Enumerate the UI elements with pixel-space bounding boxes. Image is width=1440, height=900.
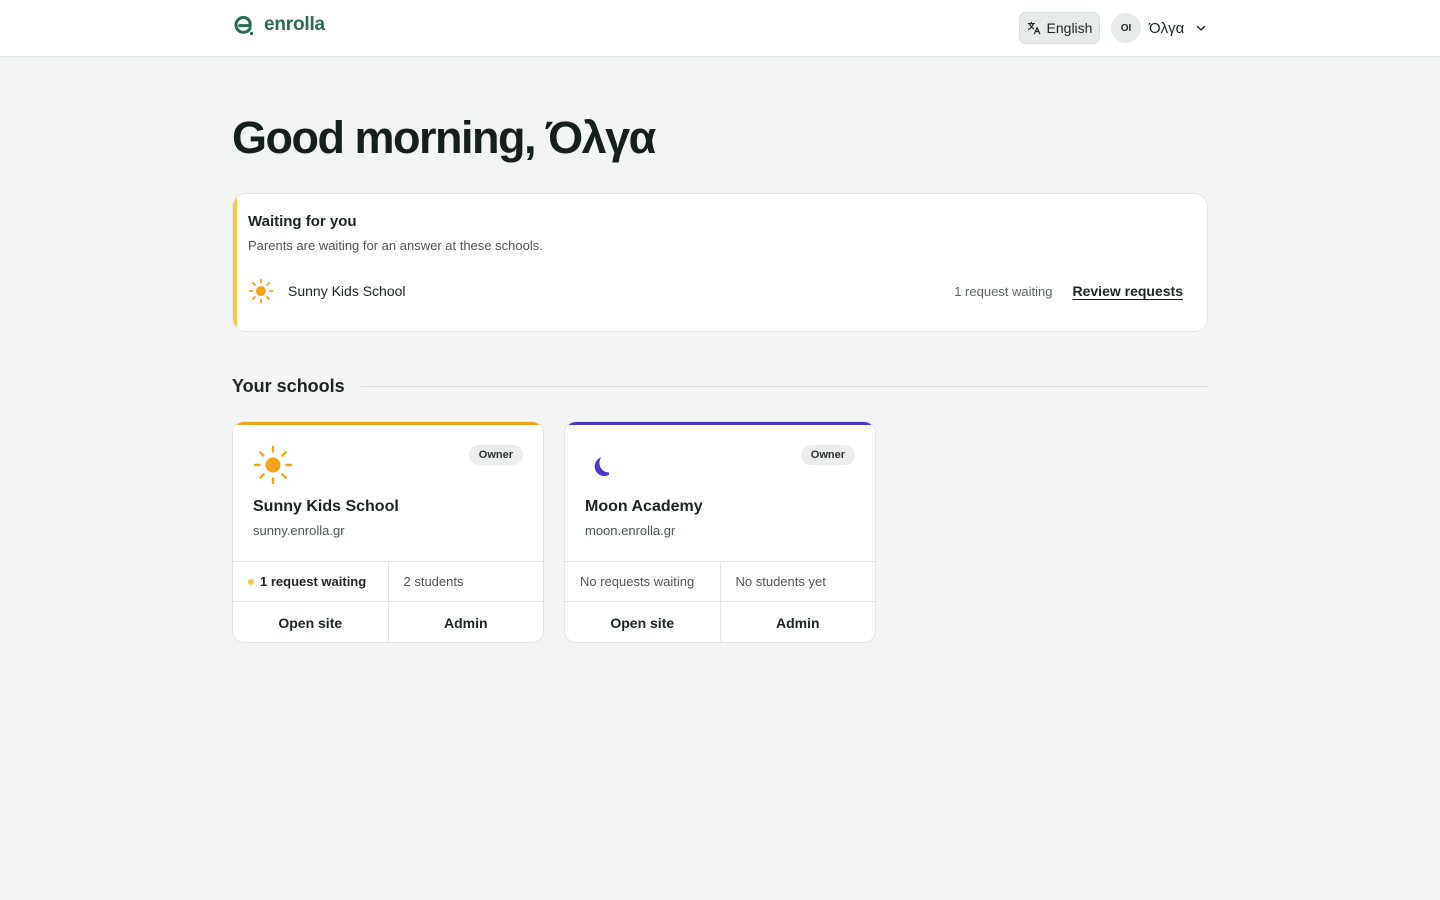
chevron-down-icon [1197,25,1206,31]
review-requests-link[interactable]: Review requests [1073,283,1184,299]
sun-icon [253,445,293,485]
brand-name: enrolla [264,14,325,35]
admin-button[interactable]: Admin [719,602,876,642]
school-card-sunny: Owner Sunny Kids School sunny.enrolla.gr… [232,421,544,643]
school-stats: 1 request waiting 2 students [233,561,543,602]
enrolla-logo-icon [234,15,254,36]
waiting-title: Waiting for you [248,213,357,230]
waiting-panel: Waiting for you Parents are waiting for … [232,193,1208,332]
requests-stat[interactable]: No requests waiting [565,562,720,601]
requests-label: No requests waiting [580,574,695,589]
section-title: Your schools [232,376,345,396]
requests-label: 1 request waiting [260,574,367,589]
role-badge: Owner [800,445,855,465]
open-site-button[interactable]: Open site [233,602,388,642]
waiting-accent-bar [233,194,237,331]
top-bar: enrolla English OI Όλγα [0,0,1440,57]
sun-icon [248,278,274,304]
translate-icon [1027,21,1040,35]
language-label: English [1046,20,1093,36]
waiting-school-name: Sunny Kids School [288,283,406,299]
pending-dot [248,578,254,585]
school-name: Sunny Kids School [253,498,399,515]
admin-button[interactable]: Admin [387,602,544,642]
students-stat[interactable]: No students yet [719,562,876,601]
waiting-item: Sunny Kids School 1 request waiting Revi… [248,278,1183,304]
schools-section-header: Your schools [232,376,1208,397]
school-actions: Open site Admin [233,602,544,642]
divider [360,386,1208,387]
students-stat[interactable]: 2 students [387,562,544,601]
language-button[interactable]: English [1019,12,1100,44]
requests-stat[interactable]: 1 request waiting [233,562,388,601]
school-name: Moon Academy [585,498,703,515]
school-domain: sunny.enrolla.gr [253,523,345,538]
students-label: 2 students [403,574,464,589]
card-accent-bar [565,422,875,425]
avatar: OI [1111,13,1141,43]
students-label: No students yet [735,574,826,589]
waiting-subtitle: Parents are waiting for an answer at the… [248,238,543,253]
user-name: Όλγα [1149,19,1185,37]
open-site-button[interactable]: Open site [565,602,720,642]
waiting-count: 1 request waiting [954,283,1053,299]
moon-icon [594,457,610,477]
role-badge: Owner [468,445,523,465]
user-menu-button[interactable]: OI Όλγα [1111,13,1206,43]
page-title: Good morning, Όλγα [232,112,656,163]
school-card-moon: Owner Moon Academy moon.enrolla.gr No re… [564,421,876,643]
card-accent-bar [233,422,543,425]
school-actions: Open site Admin [565,602,876,642]
school-domain: moon.enrolla.gr [585,523,676,538]
brand-logo-link[interactable]: enrolla [232,13,325,37]
school-stats: No requests waiting No students yet [565,561,875,602]
